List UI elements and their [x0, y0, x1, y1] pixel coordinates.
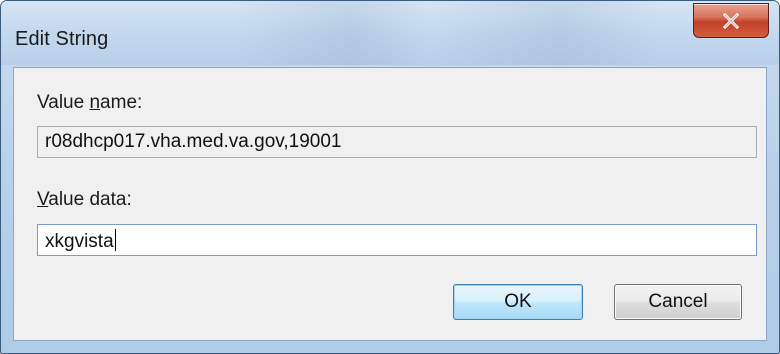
edit-string-dialog: Edit String Value name: r08dhcp017.vha.m…: [0, 0, 780, 354]
dialog-title: Edit String: [15, 28, 109, 50]
value-data-text: xkgvista: [45, 231, 114, 252]
close-icon: [722, 12, 740, 29]
dialog-body: Value name: r08dhcp017.vha.med.va.gov,19…: [13, 67, 767, 341]
value-data-field[interactable]: xkgvista: [37, 224, 757, 256]
value-name-field[interactable]: r08dhcp017.vha.med.va.gov,19001: [37, 126, 757, 158]
value-name-label: Value name:: [37, 92, 143, 113]
value-name-text: r08dhcp017.vha.med.va.gov,19001: [45, 131, 342, 152]
ok-button[interactable]: OK: [453, 284, 583, 320]
cancel-button[interactable]: Cancel: [614, 284, 742, 320]
text-caret: [114, 229, 116, 251]
close-button[interactable]: [693, 3, 769, 38]
title-bar[interactable]: Edit String: [1, 1, 779, 65]
value-data-label: Value data:: [37, 189, 132, 210]
